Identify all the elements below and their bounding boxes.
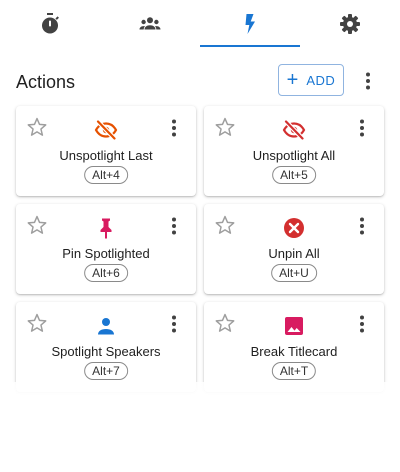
action-label: Unspotlight Last [59, 148, 153, 163]
more-vertical-icon [172, 119, 176, 137]
action-label: Break Titlecard [250, 344, 338, 359]
hotkey-chip: Alt+5 [272, 166, 316, 184]
more-options-button[interactable] [356, 69, 380, 93]
tab-participants[interactable] [100, 0, 200, 48]
star-outline-icon[interactable] [26, 214, 48, 236]
action-label: Pin Spotlighted [62, 246, 150, 261]
group-icon [139, 17, 161, 30]
add-button-label: ADD [306, 72, 336, 88]
eye-off-icon [282, 119, 306, 141]
card-menu-button[interactable] [164, 116, 184, 140]
cancel-circle-icon [284, 218, 304, 238]
tab-actions[interactable] [200, 0, 300, 48]
hotkey-chip: Alt+U [271, 264, 317, 282]
hotkey-chip: Alt+7 [84, 362, 128, 380]
action-card[interactable]: Pin Spotlighted Alt+6 [16, 204, 196, 294]
action-grid: Unspotlight Last Alt+4 Unspotlight All A… [16, 106, 384, 392]
stopwatch-icon [42, 13, 59, 34]
card-menu-button[interactable] [164, 312, 184, 336]
more-vertical-icon [360, 217, 364, 235]
more-vertical-icon [360, 315, 364, 333]
card-menu-button[interactable] [352, 214, 372, 238]
gear-icon [340, 14, 360, 34]
action-label: Unspotlight All [252, 148, 336, 163]
action-card[interactable]: Spotlight Speakers Alt+7 [16, 302, 196, 392]
more-vertical-icon [172, 315, 176, 333]
action-card[interactable]: Unpin All Alt+U [204, 204, 384, 294]
star-outline-icon[interactable] [214, 214, 236, 236]
page-title: Actions [16, 72, 76, 92]
more-vertical-icon [360, 119, 364, 137]
eye-off-icon [94, 119, 118, 141]
card-menu-button[interactable] [352, 312, 372, 336]
pushpin-icon [100, 218, 112, 239]
hotkey-chip: Alt+4 [84, 166, 128, 184]
more-vertical-icon [366, 72, 370, 90]
hotkey-chip: Alt+6 [84, 264, 128, 282]
star-outline-icon[interactable] [214, 116, 236, 138]
action-card[interactable]: Unspotlight All Alt+5 [204, 106, 384, 196]
plus-icon: + [286, 69, 299, 91]
lightning-bolt-icon [245, 14, 255, 34]
more-vertical-icon [172, 217, 176, 235]
action-card[interactable]: Unspotlight Last Alt+4 [16, 106, 196, 196]
tab-timer[interactable] [0, 0, 100, 48]
action-card[interactable]: Break Titlecard Alt+T [204, 302, 384, 392]
star-outline-icon[interactable] [26, 116, 48, 138]
image-icon [285, 317, 303, 335]
card-menu-button[interactable] [352, 116, 372, 140]
tab-settings[interactable] [300, 0, 400, 48]
active-tab-indicator [200, 45, 300, 47]
card-menu-button[interactable] [164, 214, 184, 238]
hotkey-chip: Alt+T [271, 362, 317, 380]
star-outline-icon[interactable] [214, 312, 236, 334]
add-action-button[interactable]: + ADD [278, 64, 344, 96]
action-label: Spotlight Speakers [51, 344, 161, 359]
scroll-fade [0, 382, 400, 404]
tab-bar [0, 0, 400, 48]
person-icon [98, 318, 114, 335]
star-outline-icon[interactable] [26, 312, 48, 334]
action-label: Unpin All [268, 246, 320, 261]
